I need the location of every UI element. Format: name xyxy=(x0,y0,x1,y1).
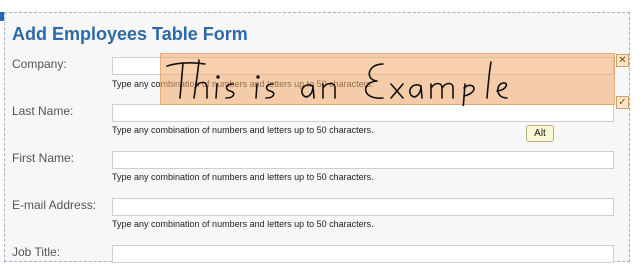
last-name-help-text: Type any combination of numbers and lett… xyxy=(112,125,374,135)
last-name-label: Last Name: xyxy=(12,104,74,118)
company-label: Company: xyxy=(12,57,67,71)
first-name-input[interactable] xyxy=(112,151,614,169)
email-address-help-text: Type any combination of numbers and lett… xyxy=(112,219,374,229)
first-name-label: First Name: xyxy=(12,151,75,165)
last-name-input[interactable] xyxy=(112,104,614,122)
ink-accept-icon[interactable]: ✓ xyxy=(616,96,629,109)
alt-key-button[interactable]: Alt xyxy=(526,125,554,142)
job-title-input[interactable] xyxy=(112,245,614,263)
form-title: Add Employees Table Form xyxy=(12,24,248,44)
job-title-label: Job Title: xyxy=(12,245,61,259)
first-name-help-text: Type any combination of numbers and lett… xyxy=(112,172,374,182)
email-address-input[interactable] xyxy=(112,198,614,216)
ink-close-icon[interactable]: ✕ xyxy=(616,54,629,67)
email-address-label: E-mail Address: xyxy=(12,198,97,212)
handwriting-ink xyxy=(166,59,508,106)
ink-input-overlay[interactable] xyxy=(160,53,615,106)
